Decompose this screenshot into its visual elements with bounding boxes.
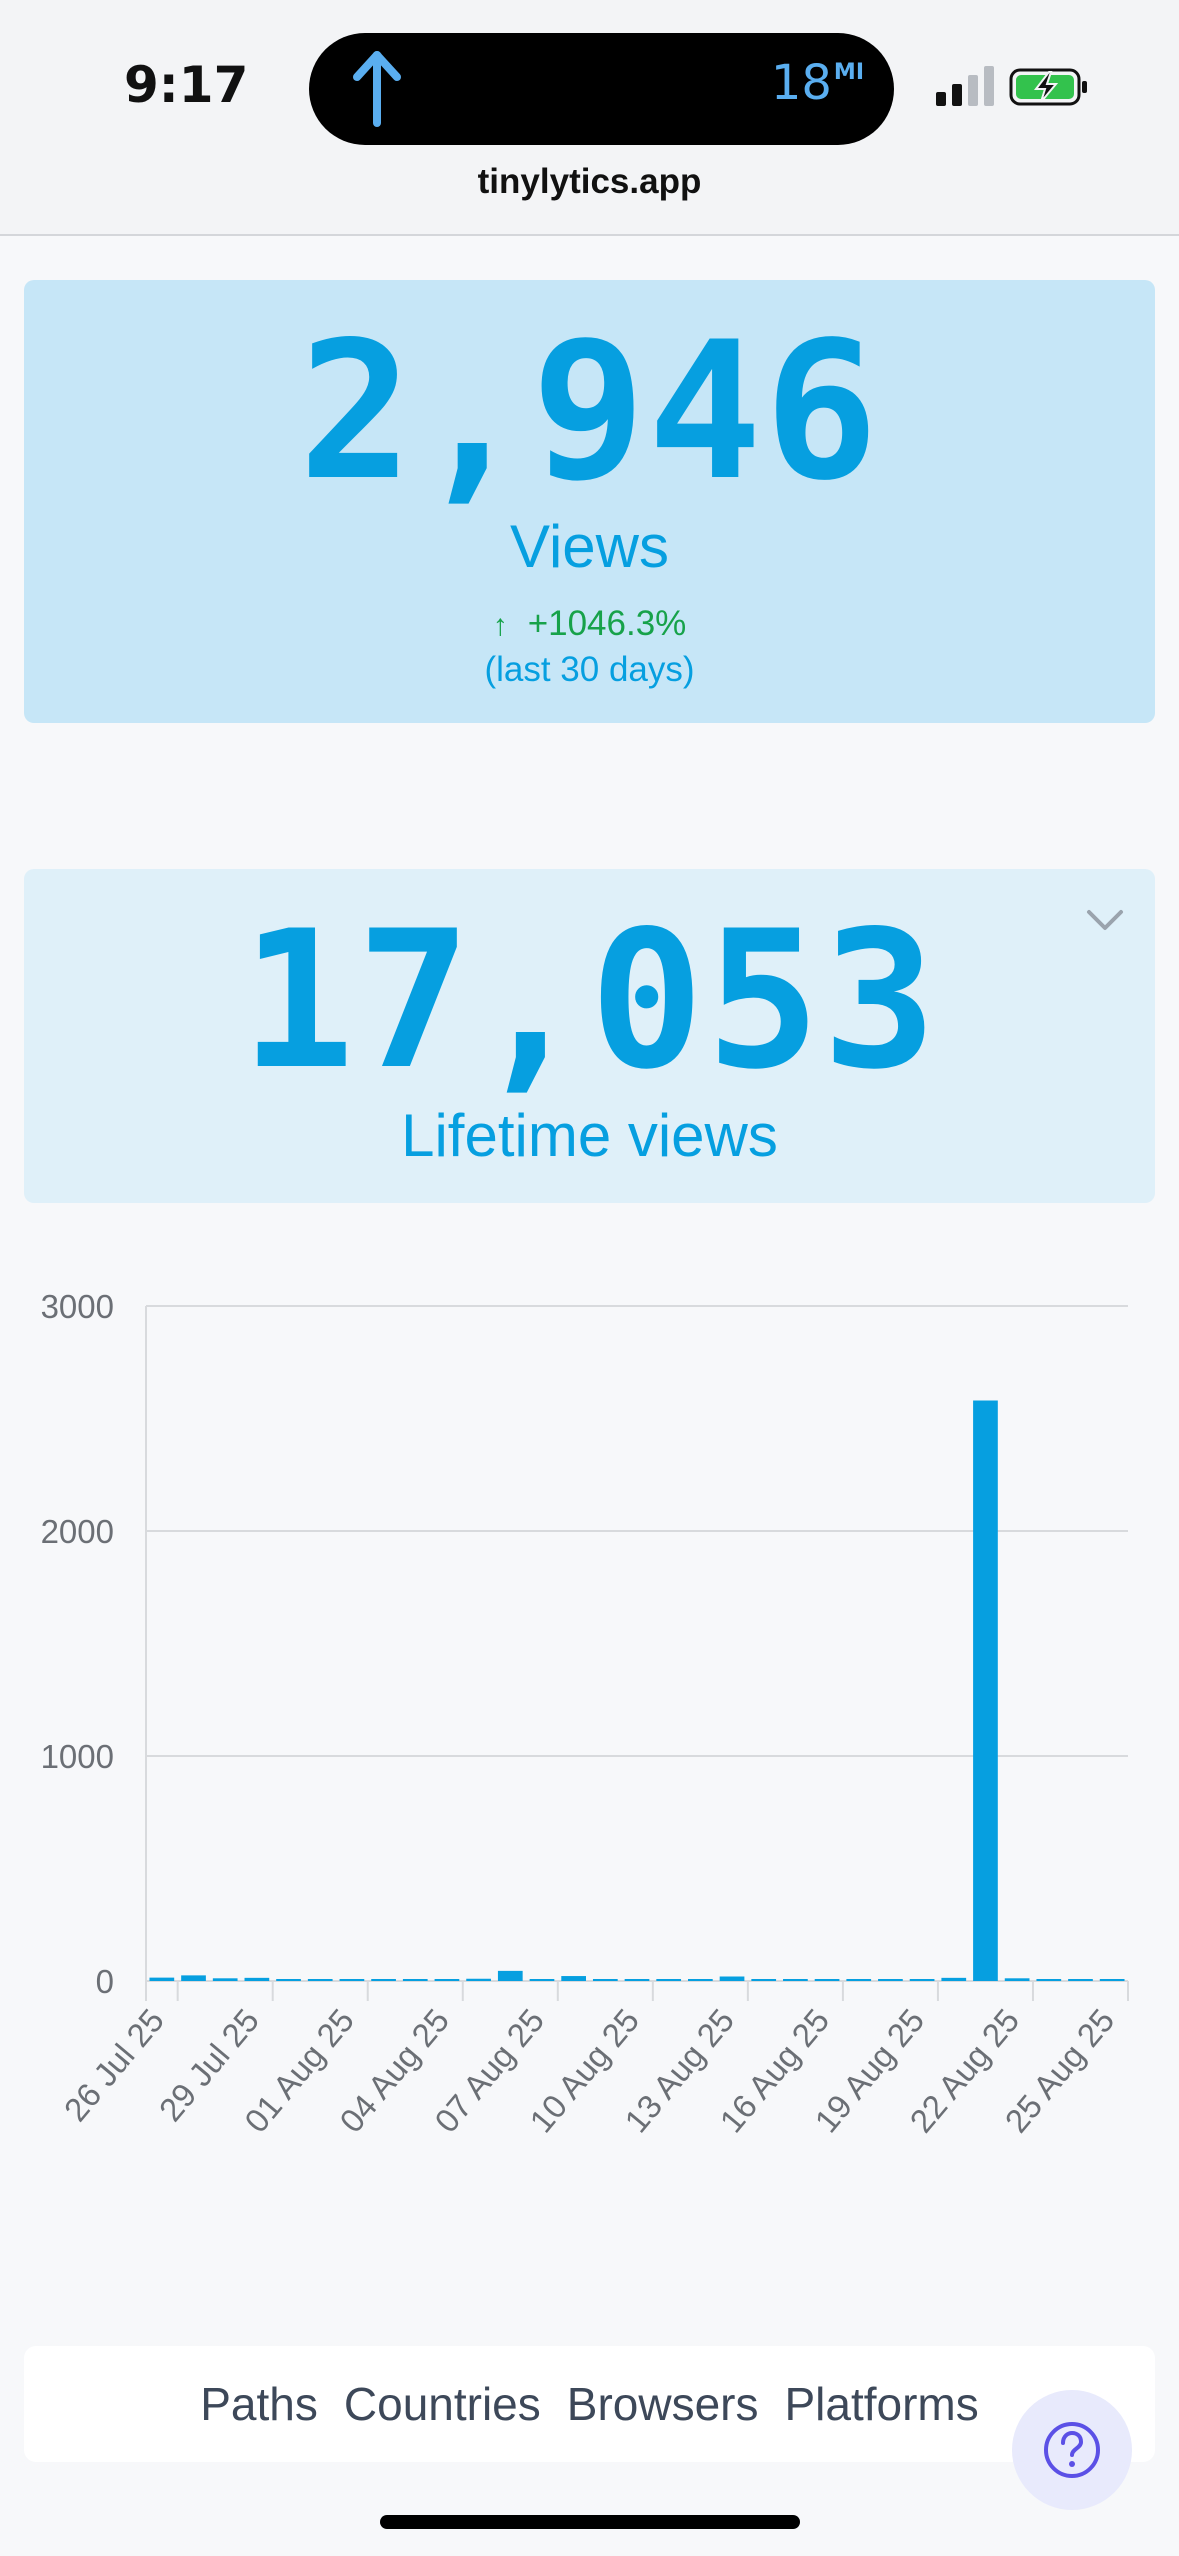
bar-25-aug-25 <box>1099 1979 1125 1981</box>
views-change: ↑ +1046.3% <box>24 606 1155 641</box>
chevron-down-icon[interactable] <box>1085 907 1125 933</box>
bar-09-aug-25 <box>592 1979 618 1981</box>
bar-11-aug-25 <box>656 1979 682 1981</box>
home-indicator[interactable] <box>380 2515 800 2529</box>
bar-29-jul-25 <box>244 1977 270 1981</box>
y-tick-label: 1000 <box>41 1738 114 1775</box>
status-time: 9:17 <box>124 56 249 114</box>
bar-22-aug-25 <box>1004 1978 1030 1981</box>
y-tick-label: 3000 <box>41 1288 114 1325</box>
bar-30-jul-25 <box>276 1979 301 1981</box>
bar-19-aug-25 <box>909 1979 935 1981</box>
arrow-up-icon: ↑ <box>492 609 508 642</box>
bar-07-aug-25 <box>529 1979 555 1981</box>
lifetime-views-label: Lifetime views <box>401 1102 778 1169</box>
tab-paths[interactable]: Paths <box>200 2377 318 2431</box>
views-change-value: +1046.3% <box>527 604 687 643</box>
tab-browsers[interactable]: Browsers <box>567 2377 759 2431</box>
dynamic-island[interactable]: 18MI <box>309 33 894 145</box>
bar-02-aug-25 <box>371 1979 396 1981</box>
bar-16-aug-25 <box>814 1979 840 1981</box>
address-bar-url[interactable]: tinylytics.app <box>0 162 1179 202</box>
navigation-distance: 18MI <box>771 55 864 111</box>
bar-03-aug-25 <box>402 1979 428 1981</box>
y-tick-label: 2000 <box>41 1513 114 1550</box>
bar-20-aug-25 <box>941 1977 967 1981</box>
views-period: (last 30 days) <box>484 650 695 689</box>
bar-13-aug-25 <box>719 1976 745 1981</box>
distance-value: 18 <box>770 55 832 111</box>
tab-countries[interactable]: Countries <box>344 2377 541 2431</box>
views-label: Views <box>510 513 669 580</box>
lifetime-views-card[interactable]: 17,053 Lifetime views <box>24 869 1155 1203</box>
cellular-signal-icon <box>936 66 994 106</box>
bar-12-aug-25 <box>688 1979 713 1981</box>
navigation-arrow-icon <box>353 51 401 127</box>
bar-01-aug-25 <box>339 1979 365 1981</box>
lifetime-views-count: 17,053 <box>240 890 939 1111</box>
bar-21-aug-25 <box>973 1400 998 1981</box>
bar-05-aug-25 <box>466 1978 491 1981</box>
x-tick-label: 26 Jul 25 <box>57 2002 171 2128</box>
bar-23-aug-25 <box>1036 1979 1062 1981</box>
bar-31-jul-25 <box>307 1979 333 1981</box>
bar-04-aug-25 <box>434 1979 460 1981</box>
bar-18-aug-25 <box>878 1979 903 1981</box>
distance-unit: MI <box>833 60 864 85</box>
bar-27-jul-25 <box>181 1975 206 1981</box>
help-button[interactable] <box>1012 2390 1132 2510</box>
battery-charging-icon <box>1009 68 1087 106</box>
views-bar-chart: 010002000300026 Jul 2529 Jul 2501 Aug 25… <box>41 1288 1129 2139</box>
help-icon <box>1044 2422 1100 2478</box>
bar-17-aug-25 <box>846 1979 872 1981</box>
tab-list: Paths Countries Browsers Platforms <box>24 2346 1155 2462</box>
y-tick-label: 0 <box>96 1963 114 2000</box>
bar-24-aug-25 <box>1068 1979 1093 1981</box>
bar-10-aug-25 <box>624 1979 650 1981</box>
bar-15-aug-25 <box>783 1979 808 1981</box>
bar-28-jul-25 <box>212 1978 238 1981</box>
views-card: 2,946 Views ↑ +1046.3% (last 30 days) <box>24 280 1155 723</box>
status-bar: 9:17 18MI tinylytics.app <box>0 0 1179 236</box>
bar-06-aug-25 <box>497 1970 523 1981</box>
bottom-tab-bar: Paths Countries Browsers Platforms <box>24 2346 1155 2462</box>
views-count: 2,946 <box>298 301 881 522</box>
bar-08-aug-25 <box>561 1976 586 1981</box>
bar-14-aug-25 <box>751 1979 777 1981</box>
tab-platforms[interactable]: Platforms <box>784 2377 978 2431</box>
bar-26-jul-25 <box>149 1977 175 1981</box>
